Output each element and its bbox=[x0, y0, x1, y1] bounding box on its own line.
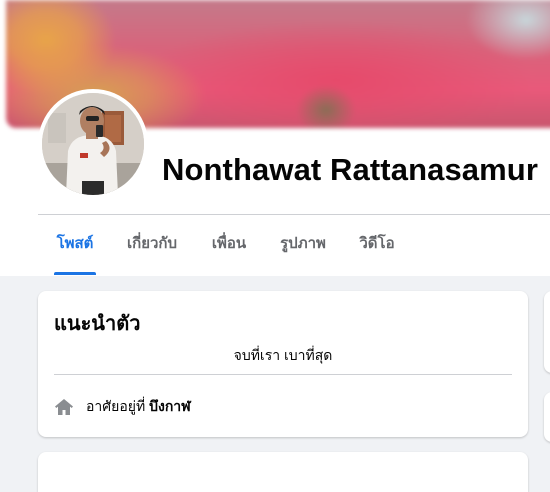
profile-name: Nonthawat Rattanasamur bbox=[162, 152, 538, 187]
home-icon bbox=[54, 397, 74, 417]
lives-in-text: อาศัยอยู่ที่ บึงกาฬ bbox=[86, 396, 191, 418]
profile-tabs: โพสต์ เกี่ยวกับ เพื่อน รูปภาพ วิดีโอ bbox=[38, 215, 550, 275]
intro-title: แนะนำตัว bbox=[54, 313, 141, 335]
profile-header: Nonthawat Rattanasamur โพสต์ เกี่ยวกับ เ… bbox=[0, 0, 550, 276]
tab-photos[interactable]: รูปภาพ bbox=[278, 215, 328, 275]
tab-friends[interactable]: เพื่อน bbox=[210, 215, 248, 275]
tab-about[interactable]: เกี่ยวกับ bbox=[124, 215, 180, 275]
lives-in-place[interactable]: บึงกาฬ bbox=[149, 398, 191, 414]
side-card bbox=[544, 392, 550, 442]
tab-videos[interactable]: วิดีโอ bbox=[358, 215, 396, 275]
next-card bbox=[38, 452, 528, 492]
side-card bbox=[544, 291, 550, 373]
intro-divider bbox=[54, 374, 512, 375]
lives-in-prefix: อาศัยอยู่ที่ bbox=[86, 398, 146, 414]
avatar-photo bbox=[42, 93, 144, 195]
intro-card: แนะนำตัว จบที่เรา เบาที่สุด อาศัยอยู่ที่… bbox=[38, 291, 528, 437]
lives-in-row: อาศัยอยู่ที่ บึงกาฬ bbox=[54, 395, 191, 419]
tab-posts[interactable]: โพสต์ bbox=[54, 215, 96, 275]
intro-bio: จบที่เรา เบาที่สุด bbox=[233, 347, 333, 363]
avatar[interactable] bbox=[42, 93, 144, 195]
